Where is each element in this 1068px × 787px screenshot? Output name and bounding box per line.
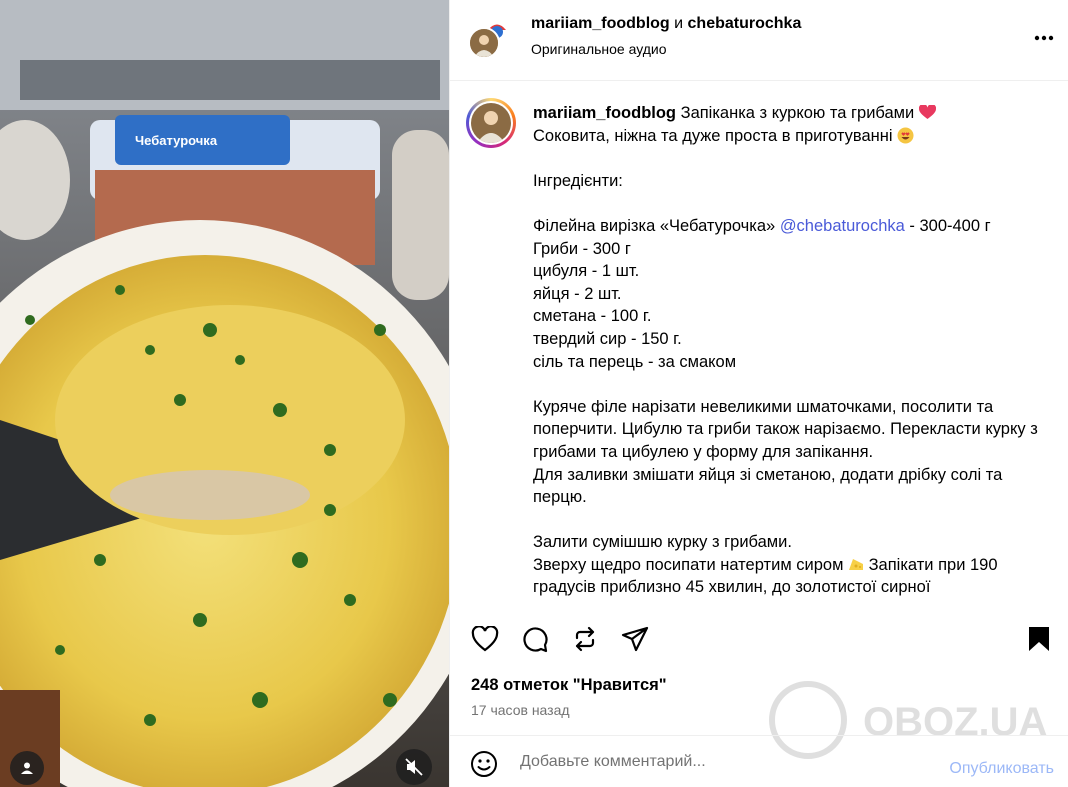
likes-count[interactable]: 248 отметок "Нравится" xyxy=(471,676,667,695)
ingredient-1-amount: - 300-400 г xyxy=(904,216,991,235)
emoji-button[interactable] xyxy=(470,750,498,778)
bookmark-icon xyxy=(1029,627,1049,651)
more-options-button[interactable] xyxy=(1032,26,1056,50)
ingredients-title: Інгредієнти: xyxy=(533,171,623,190)
repost-button[interactable] xyxy=(570,624,600,654)
comment-input[interactable] xyxy=(520,750,920,774)
ingredient-7: сіль та перець - за смаком xyxy=(533,352,737,371)
mention-link[interactable]: @chebaturochka xyxy=(780,217,905,235)
caption-line1: Запіканка з куркою та грибами xyxy=(676,104,919,122)
ingredient-5: сметана - 100 г. xyxy=(533,307,652,326)
heart-icon xyxy=(471,626,499,652)
person-tag-icon xyxy=(21,762,33,774)
action-bar xyxy=(466,622,1054,656)
ingredient-4: яйця - 2 шт. xyxy=(533,284,622,303)
collab-avatars[interactable] xyxy=(468,15,512,59)
comment-icon xyxy=(523,627,548,653)
heart-eyes-emoji-icon xyxy=(897,127,914,144)
cheese-emoji-icon xyxy=(849,558,863,570)
step-1: Куряче філе нарізати невеликими шматочка… xyxy=(533,397,1038,507)
caption-line2: Соковита, ніжна та дуже проста в приготу… xyxy=(533,126,898,145)
ingredient-2: Гриби - 300 г xyxy=(533,239,631,258)
casserole-photo: Чебатурочка xyxy=(0,0,449,787)
repost-icon xyxy=(575,626,595,652)
caption-text: mariiam_foodblog Запіканка з куркою та г… xyxy=(533,102,1056,598)
emoji-icon xyxy=(471,751,497,777)
comment-button[interactable] xyxy=(520,624,550,654)
conjunction-text: и xyxy=(674,15,684,32)
share-button[interactable] xyxy=(620,624,650,654)
post-media[interactable]: Чебатурочка xyxy=(0,0,449,787)
share-icon xyxy=(621,626,649,652)
ingredient-1: Філейна вирізка «Чебатурочка» xyxy=(533,216,780,235)
comment-bar: Опубликовать xyxy=(450,735,1068,787)
like-button[interactable] xyxy=(470,624,500,654)
ingredient-3: цибуля - 1 шт. xyxy=(533,262,640,281)
heart-emoji-icon xyxy=(918,103,936,119)
caption-avatar[interactable] xyxy=(466,98,516,148)
mute-button[interactable] xyxy=(396,749,432,785)
ingredient-6: твердий сир - 150 г. xyxy=(533,329,682,348)
caption-username[interactable]: mariiam_foodblog xyxy=(533,104,676,122)
mute-icon xyxy=(405,758,423,776)
step-2a: Залити сумішшю курку з грибами. xyxy=(533,533,792,552)
post-time[interactable]: 17 часов назад xyxy=(471,702,570,718)
post-panel: mariiam_foodblog и chebaturochka Оригина… xyxy=(449,0,1068,787)
author-link[interactable]: mariiam_foodblog xyxy=(531,15,670,32)
publish-button[interactable]: Опубликовать xyxy=(949,760,1054,778)
author-avatar xyxy=(468,27,500,59)
save-button[interactable] xyxy=(1024,624,1054,654)
package-label: Чебатурочка xyxy=(135,133,218,148)
post-header: mariiam_foodblog и chebaturochka Оригина… xyxy=(450,0,1068,81)
more-icon xyxy=(1034,35,1054,41)
tagged-people-button[interactable] xyxy=(10,751,44,785)
step-2b: Зверху щедро посипати натертим сиром xyxy=(533,555,848,574)
coauthor-link[interactable]: chebaturochka xyxy=(688,15,802,32)
audio-link[interactable]: Оригинальное аудио xyxy=(531,41,801,57)
caption-section: mariiam_foodblog Запіканка з куркою та г… xyxy=(466,98,1056,598)
